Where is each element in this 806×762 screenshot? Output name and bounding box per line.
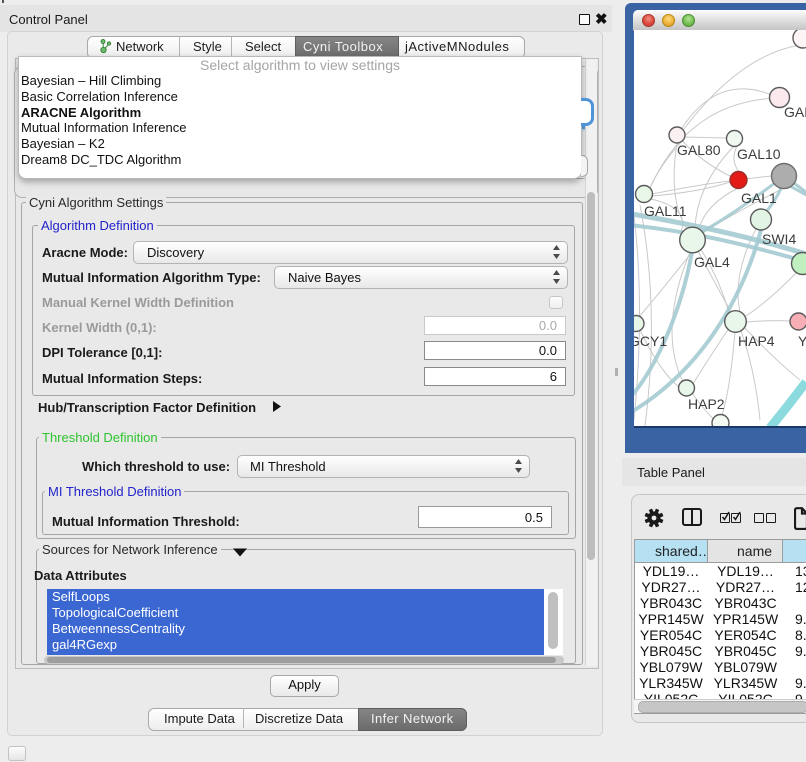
svg-text:GAL4: GAL4 — [694, 254, 730, 270]
svg-text:GAL10: GAL10 — [737, 146, 781, 162]
svg-text:HAP4: HAP4 — [738, 333, 775, 349]
svg-text:GAL11: GAL11 — [644, 203, 687, 219]
svg-text:GAL7: GAL7 — [784, 104, 806, 120]
svg-text:HAP2: HAP2 — [688, 396, 725, 412]
svg-text:GAL80: GAL80 — [677, 142, 721, 158]
svg-text:GCY1: GCY1 — [634, 333, 667, 349]
svg-text:GAL1: GAL1 — [741, 190, 777, 206]
svg-text:YJ: YJ — [798, 333, 806, 349]
svg-text:SWI4: SWI4 — [762, 231, 796, 247]
